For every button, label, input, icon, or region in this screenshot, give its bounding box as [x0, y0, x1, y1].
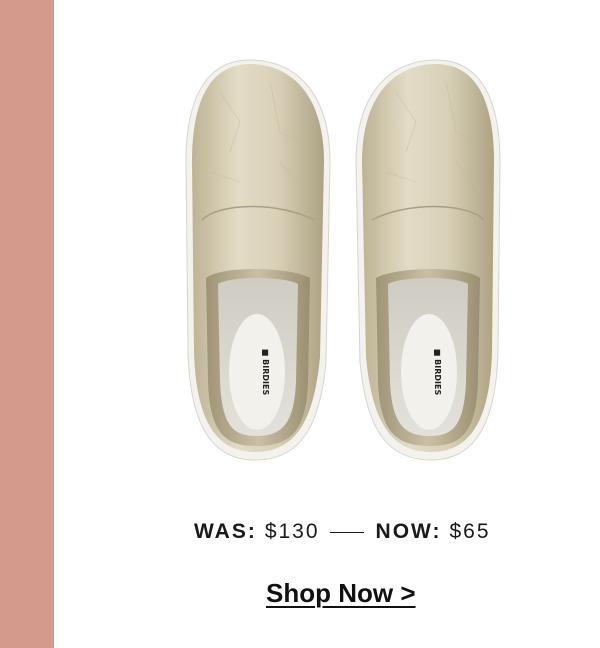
left-shoe: ■ BIRDIES — [185, 59, 331, 461]
now-price: $65 — [449, 520, 491, 543]
right-shoe: ■ BIRDIES — [355, 59, 501, 461]
shop-now-link[interactable]: Shop Now > — [266, 578, 416, 609]
price-row: WAS: $130 NOW: $65 — [194, 518, 491, 546]
was-label: WAS: — [194, 520, 257, 543]
was-price: $130 — [264, 520, 320, 543]
now-label: NOW: — [375, 520, 442, 543]
insole-brand-right: ■ BIRDIES — [433, 349, 442, 396]
insole-brand-left: ■ BIRDIES — [261, 349, 270, 396]
product-image[interactable]: ■ BIRDIES ■ BIRDIES — [180, 52, 510, 464]
price-divider — [329, 531, 364, 533]
side-accent-band — [0, 0, 54, 648]
